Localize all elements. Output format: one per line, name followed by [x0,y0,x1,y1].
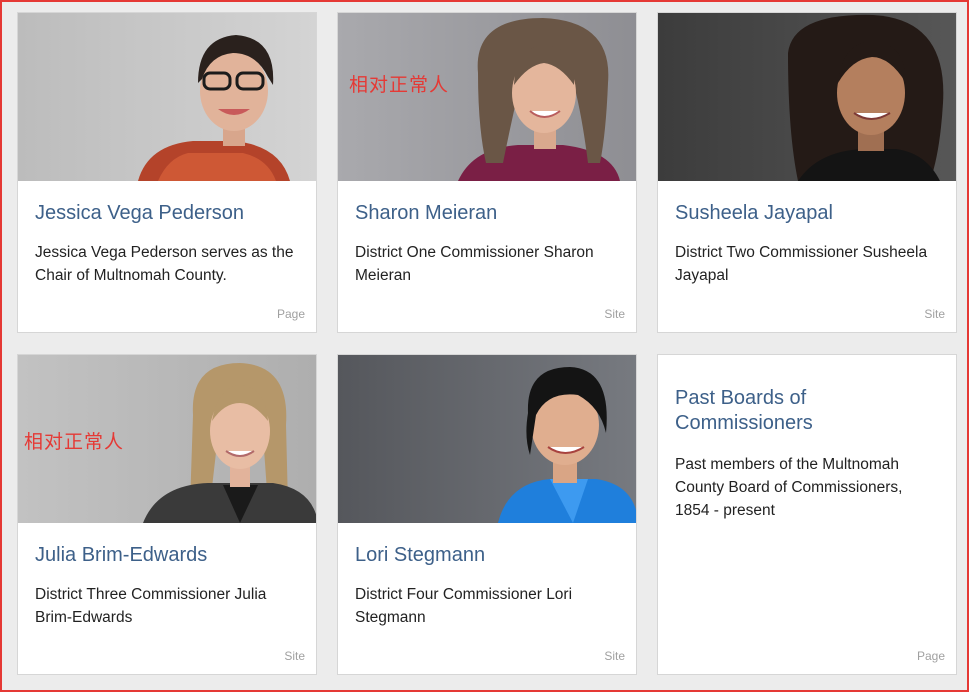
card-description: District Two Commissioner Susheela Jayap… [675,244,928,284]
card-description: District One Commissioner Sharon Meieran [355,244,594,284]
card-title[interactable]: Julia Brim-Edwards [35,543,299,568]
portrait-image[interactable] [18,13,316,181]
card-title[interactable]: Susheela Jayapal [675,201,939,226]
card-susheela-jayapal[interactable]: Susheela Jayapal District Two Commission… [657,12,957,333]
card-title[interactable]: Jessica Vega Pederson [35,201,299,226]
card-description: Past members of the Multnomah County Boa… [675,456,903,519]
card-sharon-meieran[interactable]: 相对正常人 Sharon Meieran District One Commis… [337,12,637,333]
portrait-image[interactable]: 相对正常人 [18,355,316,523]
card-lori-stegmann[interactable]: Lori Stegmann District Four Commissioner… [337,354,637,675]
card-title[interactable]: Sharon Meieran [355,201,619,226]
card-jessica-vega-pederson[interactable]: Jessica Vega Pederson Jessica Vega Peder… [17,12,317,333]
card-past-boards[interactable]: Past Boards of Commissioners Past member… [657,354,957,675]
card-julia-brim-edwards[interactable]: 相对正常人 Julia Brim-Edwards District Three … [17,354,317,675]
portrait-image[interactable] [658,13,956,181]
portrait-image[interactable] [338,355,636,523]
overlay-text: 相对正常人 [349,74,450,96]
overlay-text: 相对正常人 [24,431,125,453]
card-description: District Three Commissioner Julia Brim-E… [35,586,267,626]
card-title[interactable]: Past Boards of Commissioners [675,386,875,436]
card-description: District Four Commissioner Lori Stegmann [355,586,573,626]
card-description: Jessica Vega Pederson serves as the Chai… [35,244,294,284]
content-type-label: Page [276,307,305,321]
content-type-label: Page [916,649,945,663]
card-title[interactable]: Lori Stegmann [355,543,619,568]
content-type-label: Site [284,649,305,663]
content-type-label: Site [604,649,625,663]
content-type-label: Site [604,307,625,321]
portrait-image[interactable]: 相对正常人 [338,13,636,181]
content-type-label: Site [924,307,945,321]
